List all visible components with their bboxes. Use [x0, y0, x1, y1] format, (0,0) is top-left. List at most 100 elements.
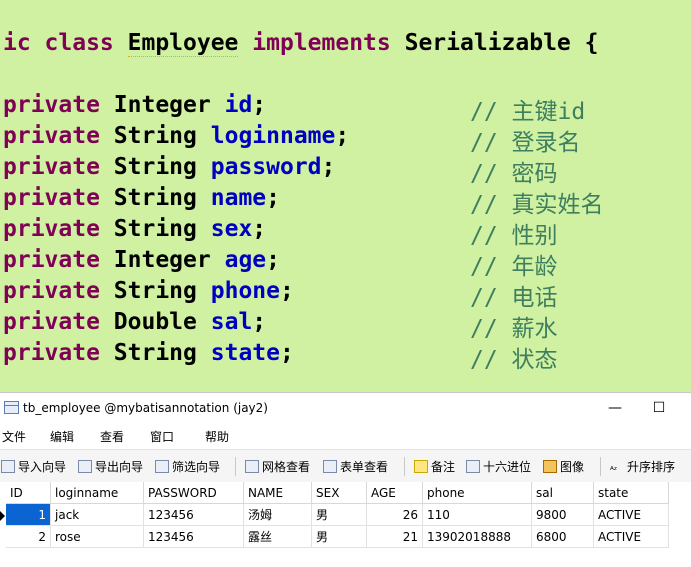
- export-wizard-button[interactable]: 导出向导: [78, 458, 143, 476]
- field-modifier: private: [3, 340, 100, 366]
- menu-help[interactable]: 帮助: [205, 428, 229, 445]
- table-cell[interactable]: 1: [6, 503, 51, 526]
- table-row[interactable]: 1 jack 123456 汤姆 男 26 110 9800 ACTIVE: [6, 503, 669, 526]
- field-type: String: [113, 185, 197, 211]
- table-cell[interactable]: ACTIVE: [593, 525, 669, 548]
- field-comment: // 状态: [470, 347, 558, 373]
- table-cell[interactable]: 9800: [531, 503, 594, 526]
- image-button[interactable]: 图像: [543, 458, 584, 476]
- table-cell[interactable]: rose: [50, 525, 144, 548]
- field-line-sex: private String sex;// 性别: [3, 216, 558, 249]
- column-header[interactable]: phone: [422, 482, 532, 504]
- column-header[interactable]: PASSWORD: [143, 482, 244, 504]
- table-window: tb_employee @mybatisannotation (jay2) — …: [0, 392, 691, 567]
- form-icon: [323, 460, 337, 473]
- column-header[interactable]: NAME: [243, 482, 312, 504]
- current-row-arrow-icon: [0, 511, 5, 521]
- table-cell[interactable]: 2: [6, 525, 51, 548]
- menu-file[interactable]: 文件: [2, 428, 26, 445]
- table-cell[interactable]: 110: [422, 503, 532, 526]
- table-cell[interactable]: 露丝: [243, 525, 312, 548]
- class-declaration: ic class Employee implements Serializabl…: [3, 30, 599, 57]
- field-comment: // 年龄: [470, 254, 558, 280]
- hex-button[interactable]: 十六进位: [466, 458, 531, 476]
- field-line-state: private String state;// 状态: [3, 340, 558, 373]
- column-header[interactable]: SEX: [311, 482, 367, 504]
- table-cell[interactable]: 13902018888: [422, 525, 532, 548]
- table-cell[interactable]: 26: [366, 503, 423, 526]
- column-header[interactable]: AGE: [366, 482, 423, 504]
- menu-edit[interactable]: 编辑: [50, 428, 74, 445]
- memo-button[interactable]: 备注: [414, 458, 455, 476]
- field-name: state: [210, 340, 280, 366]
- sort-asc-label: 升序排序: [627, 460, 676, 474]
- menu-view[interactable]: 查看: [100, 428, 124, 445]
- field-modifier: private: [3, 123, 100, 149]
- field-name: phone: [210, 278, 280, 304]
- grid-view-button[interactable]: 网格查看: [245, 458, 310, 476]
- column-header[interactable]: ID: [6, 482, 51, 504]
- table-cell[interactable]: 123456: [143, 525, 244, 548]
- field-line-sal: private Double sal;// 薪水: [3, 309, 558, 342]
- field-line-loginname: private String loginname;// 登录名: [3, 123, 581, 156]
- field-comment: // 电话: [470, 285, 558, 311]
- field-modifier: private: [3, 278, 100, 304]
- field-line-password: private String password;// 密码: [3, 154, 558, 187]
- form-view-button[interactable]: 表单查看: [323, 458, 388, 476]
- column-header[interactable]: sal: [531, 482, 594, 504]
- table-cell[interactable]: jack: [50, 503, 144, 526]
- table-cell[interactable]: 汤姆: [243, 503, 312, 526]
- field-line-name: private String name;// 真实姓名: [3, 185, 604, 218]
- field-modifier: private: [3, 92, 100, 118]
- open-brace: {: [584, 30, 599, 56]
- table-cell[interactable]: 21: [366, 525, 423, 548]
- field-name: name: [210, 185, 267, 211]
- toolbar: 导入向导 导出向导 筛选向导 网格查看 表单查看 备注 十六进位 图像 ᴬᶻ 升序…: [0, 449, 691, 483]
- field-name: sal: [210, 309, 253, 335]
- table-cell[interactable]: ACTIVE: [593, 503, 669, 526]
- filter-wizard-button[interactable]: 筛选向导: [155, 458, 220, 476]
- table-cell[interactable]: 6800: [531, 525, 594, 548]
- table-icon: [4, 401, 19, 414]
- column-header[interactable]: loginname: [50, 482, 144, 504]
- import-wizard-label: 导入向导: [18, 460, 67, 474]
- table-row[interactable]: 2 rose 123456 露丝 男 21 13902018888 6800 A…: [6, 525, 669, 548]
- field-type: String: [113, 123, 197, 149]
- field-name: age: [224, 247, 267, 273]
- class-keyword: ic class: [3, 30, 128, 56]
- field-name: sex: [210, 216, 253, 242]
- sort-asc-button[interactable]: ᴬᶻ 升序排序: [610, 458, 675, 476]
- table-cell[interactable]: 123456: [143, 503, 244, 526]
- field-modifier: private: [3, 247, 100, 273]
- minimize-button[interactable]: —: [600, 397, 630, 419]
- field-type: String: [113, 340, 197, 366]
- field-name: id: [224, 92, 253, 118]
- field-modifier: private: [3, 216, 100, 242]
- code-editor[interactable]: ic class Employee implements Serializabl…: [0, 0, 691, 392]
- field-modifier: private: [3, 309, 100, 335]
- table-cell[interactable]: 男: [311, 503, 367, 526]
- field-type: String: [113, 154, 197, 180]
- import-icon: [1, 460, 15, 473]
- field-line-id: private Integer id;// 主键id: [3, 92, 586, 125]
- field-comment: // 薪水: [470, 316, 558, 342]
- data-grid[interactable]: ID loginname PASSWORD NAME SEX AGE phone…: [0, 482, 691, 567]
- table-cell[interactable]: 男: [311, 525, 367, 548]
- field-name: password: [210, 154, 322, 180]
- toolbar-separator: [404, 457, 405, 476]
- hex-icon: [466, 460, 480, 473]
- maximize-button[interactable]: ☐: [644, 397, 674, 419]
- field-name: loginname: [210, 123, 336, 149]
- class-name: Employee: [127, 30, 239, 57]
- filter-icon: [155, 460, 169, 473]
- image-label: 图像: [560, 460, 585, 474]
- column-header[interactable]: state: [593, 482, 669, 504]
- title-bar[interactable]: tb_employee @mybatisannotation (jay2) — …: [0, 392, 691, 423]
- menu-window[interactable]: 窗口: [150, 428, 174, 445]
- grid-view-label: 网格查看: [262, 460, 311, 474]
- form-view-label: 表单查看: [340, 460, 389, 474]
- field-modifier: private: [3, 154, 100, 180]
- import-wizard-button[interactable]: 导入向导: [1, 458, 66, 476]
- header-row: ID loginname PASSWORD NAME SEX AGE phone…: [6, 482, 669, 504]
- hex-label: 十六进位: [483, 460, 532, 474]
